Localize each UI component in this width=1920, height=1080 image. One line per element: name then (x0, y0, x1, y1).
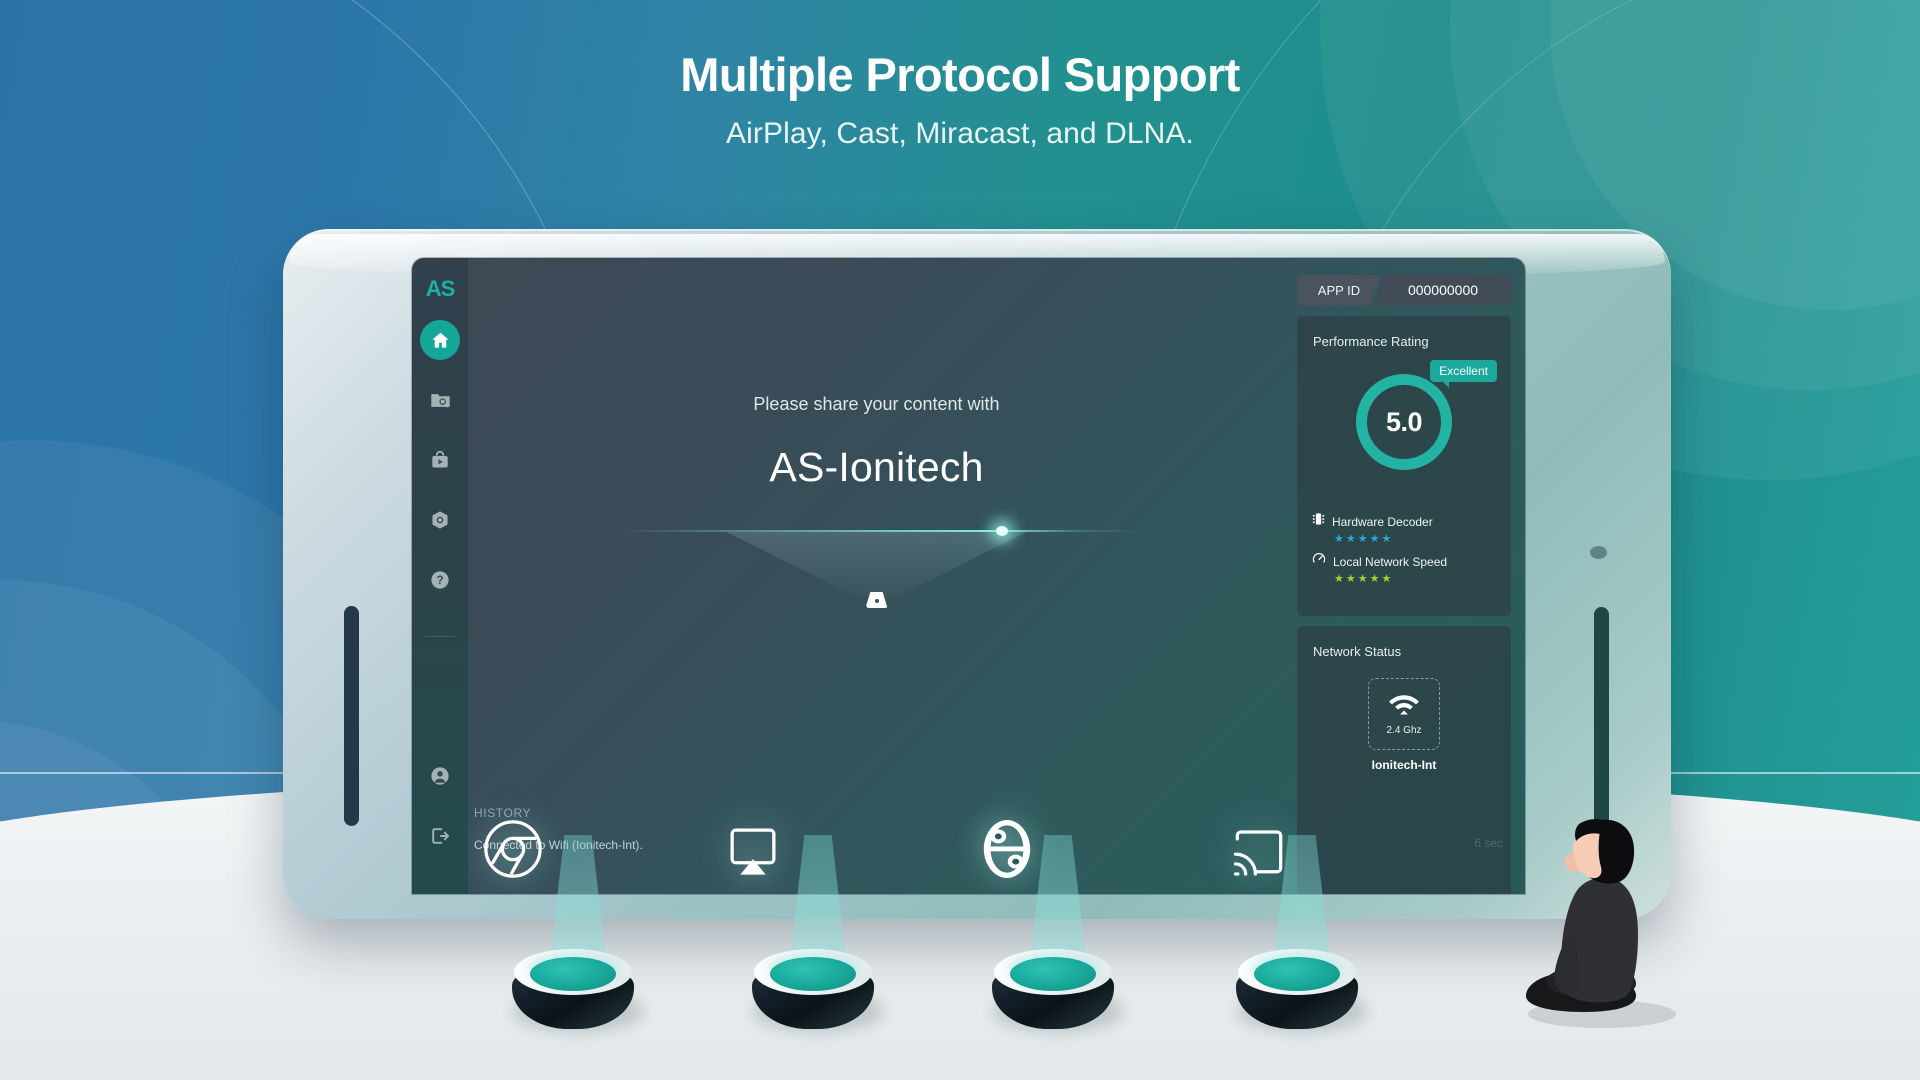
logout-icon (429, 825, 451, 847)
device-name: AS-Ionitech (769, 444, 984, 490)
screen-center-area: Please share your content with AS-Ionite… (468, 258, 1285, 894)
sidebar-item-logout[interactable] (420, 816, 460, 856)
performance-title: Performance Rating (1313, 334, 1429, 349)
performance-score: 5.0 (1385, 406, 1423, 437)
sidebar-item-app-store[interactable] (420, 440, 460, 480)
metric-local-network-speed: Local Network Speed ★★★★★ (1312, 552, 1499, 585)
wifi-status-box[interactable]: 2.4 Ghz (1368, 678, 1440, 750)
page-subtitle: AirPlay, Cast, Miracast, and DLNA. (726, 116, 1194, 150)
page-title: Multiple Protocol Support (680, 48, 1240, 101)
wifi-ssid: Ionitech-Int (1371, 758, 1437, 772)
account-user-icon (429, 765, 451, 787)
sidebar-divider (425, 636, 455, 637)
spotlight-lens (530, 957, 616, 991)
camera-icon (1590, 546, 1607, 559)
spotlight-body (748, 949, 884, 1035)
metric-label: Hardware Decoder (1332, 514, 1433, 529)
network-title: Network Status (1313, 644, 1402, 659)
spotlight-device (748, 835, 888, 1035)
app-id-label: APP ID (1297, 275, 1381, 305)
as-logo: AS (425, 276, 456, 301)
page-header: Multiple Protocol Support AirPlay, Cast,… (0, 48, 1920, 151)
help-question-icon: ? (429, 569, 451, 591)
sidebar-item-help[interactable]: ? (420, 560, 460, 600)
spotlight-device (508, 835, 648, 1035)
app-id-row: APP ID 000000000 (1297, 275, 1511, 305)
speed-gauge-icon (1312, 552, 1326, 571)
metric-stars: ★★★★★ (1334, 533, 1394, 545)
history-entry: Connected to Wifi (Ionitech-Int). (474, 838, 643, 852)
scan-line (616, 526, 1137, 536)
wifi-icon (1388, 693, 1420, 721)
network-card: Network Status 2.4 Ghz Ionitech-Int (1297, 626, 1511, 894)
folder-search-icon (429, 389, 452, 412)
history-title: HISTORY (474, 806, 532, 820)
sidebar-bottom-group (420, 756, 460, 894)
spotlight-body (988, 949, 1124, 1035)
metric-label: Local Network Speed (1333, 554, 1448, 569)
sidebar-item-browse-files[interactable] (420, 380, 460, 420)
wifi-band: 2.4 Ghz (1386, 724, 1422, 736)
store-play-icon (429, 449, 451, 471)
svg-text:?: ? (436, 575, 443, 587)
performance-gauge-wrap: 5.0 (1297, 374, 1511, 470)
app-id-value[interactable]: 000000000 (1375, 275, 1511, 305)
spotlight-lens (770, 957, 856, 991)
performance-gauge: 5.0 (1356, 374, 1452, 470)
sidebar-item-home[interactable] (420, 320, 460, 360)
performance-card: Performance Rating Excellent 5.0 Hardwar… (1297, 316, 1511, 616)
sidebar-item-account[interactable] (420, 756, 460, 796)
right-panel: APP ID 000000000 Performance Rating Exce… (1285, 258, 1525, 894)
app-screen: AS ? Please share your content with AS-I… (412, 258, 1525, 894)
projection-cone (726, 532, 1027, 598)
chip-icon (1312, 512, 1325, 531)
seated-person-illustration (1510, 800, 1690, 1030)
left-speaker-bar (344, 606, 359, 826)
sidebar: AS ? (412, 258, 468, 894)
sidebar-item-settings[interactable] (420, 500, 460, 540)
right-speaker-bar (1594, 607, 1609, 827)
gear-icon (429, 509, 451, 531)
home-icon (430, 330, 451, 351)
metric-stars: ★★★★★ (1334, 573, 1394, 585)
spotlight-device (988, 835, 1128, 1035)
metric-hardware-decoder: Hardware Decoder ★★★★★ (1312, 512, 1499, 545)
spotlight-body (508, 949, 644, 1035)
spotlight-device (1232, 835, 1372, 1035)
history-panel: HISTORY Connected to Wifi (Ionitech-Int)… (474, 806, 643, 852)
spotlight-body (1232, 949, 1368, 1035)
spotlight-lens (1254, 957, 1340, 991)
spotlight-lens (1010, 957, 1096, 991)
share-prompt: Please share your content with (753, 394, 1000, 414)
